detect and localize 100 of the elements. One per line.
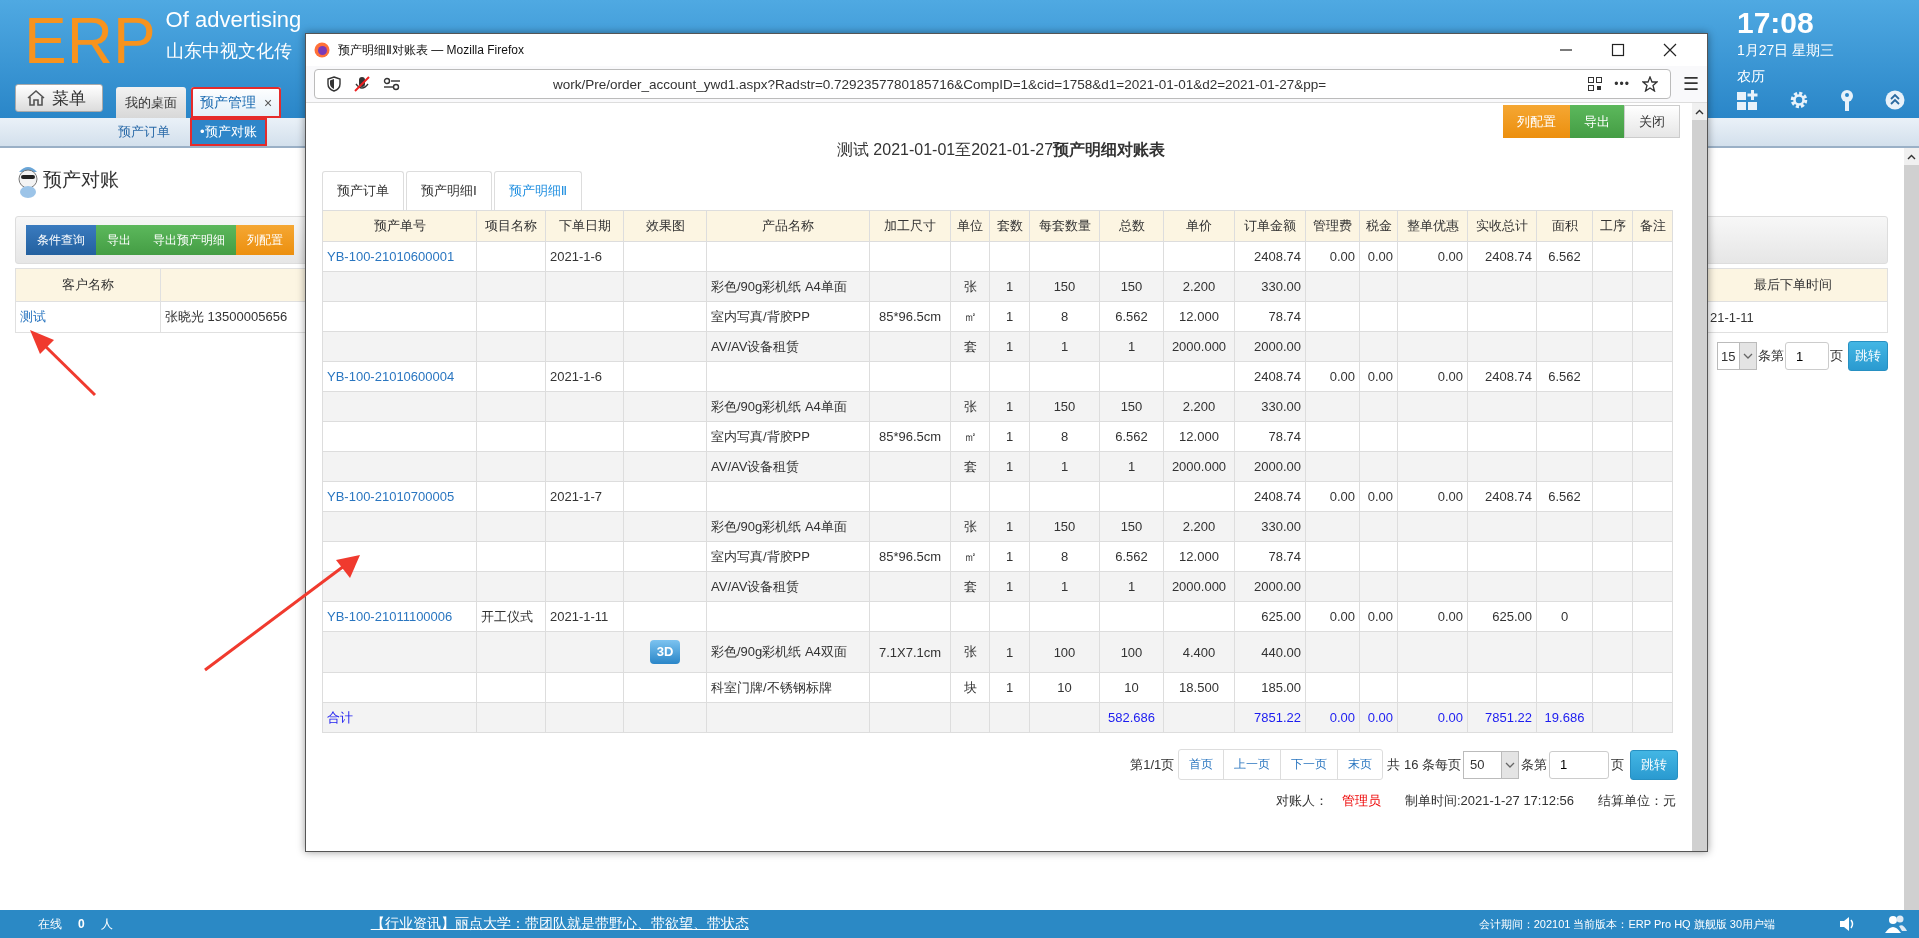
table-cell: 100 — [1029, 631, 1100, 673]
scroll-up-icon[interactable] — [1907, 153, 1916, 160]
table-cell: 150 — [1099, 271, 1164, 302]
scrollbar[interactable] — [1904, 148, 1919, 910]
go-button[interactable]: 跳转 — [1848, 341, 1888, 371]
table-cell: 2408.74 — [1467, 361, 1537, 392]
toolbar-button[interactable]: 条件查询 — [26, 225, 96, 255]
more-actions-button[interactable]: ••• — [1614, 77, 1630, 91]
table-cell: 0.00 — [1359, 361, 1398, 392]
pagination-link[interactable]: 下一页 — [1280, 750, 1338, 779]
table-cell: 12.000 — [1163, 541, 1235, 572]
effect-image-thumbnail[interactable]: 3D — [650, 640, 680, 664]
column-header: 面积 — [1536, 210, 1593, 242]
page-info: 第1/1页 — [1130, 755, 1175, 774]
action-button[interactable]: 导出 — [1570, 105, 1624, 138]
currency-unit: 结算单位：元 — [1598, 792, 1676, 810]
table-cell: 7851.22 — [1234, 702, 1306, 733]
column-header: 订单金额 — [1234, 210, 1306, 242]
settings-icon[interactable] — [1789, 90, 1809, 110]
pager-label: 页 — [1611, 755, 1624, 774]
table-cell: 0.00 — [1305, 241, 1360, 272]
page-input[interactable]: 1 — [1549, 750, 1609, 779]
close-tab-button[interactable]: × — [264, 94, 273, 111]
page-size-select[interactable]: 15 — [1717, 342, 1757, 370]
table-cell: 8 — [1029, 421, 1100, 452]
table-cell: 100 — [1099, 631, 1164, 673]
table-cell: 2408.74 — [1467, 481, 1537, 512]
table-cell: 1 — [1029, 451, 1100, 482]
table-cell: 2408.74 — [1467, 241, 1537, 272]
erp-logo: ERP — [24, 9, 156, 73]
table-cell: 2000.00 — [1234, 331, 1306, 362]
table-cell: 1 — [989, 301, 1030, 332]
add-widget-icon[interactable] — [1737, 90, 1759, 110]
menu-button[interactable]: 菜单 — [15, 84, 103, 112]
column-header: 工序 — [1592, 210, 1633, 242]
table-cell: 2000.000 — [1163, 451, 1235, 482]
sub-nav-item[interactable]: •预产对账 — [192, 120, 265, 144]
pagination-link[interactable]: 首页 — [1179, 750, 1224, 779]
table-cell: 85*96.5cm — [869, 301, 951, 332]
annotation-arrow — [30, 330, 97, 397]
action-button[interactable]: 关闭 — [1624, 105, 1680, 138]
table-cell: 6.562 — [1099, 421, 1164, 452]
collapse-icon[interactable] — [1885, 90, 1905, 110]
table-cell: 440.00 — [1234, 631, 1306, 673]
go-button[interactable]: 跳转 — [1630, 749, 1678, 780]
table-cell: 2000.00 — [1234, 451, 1306, 482]
caret-icon — [1505, 761, 1515, 768]
pagination-link[interactable]: 末页 — [1337, 750, 1383, 779]
news-link[interactable]: 【行业资讯】丽点大学：带团队就是带野心、带欲望、带状态 — [370, 915, 749, 933]
scroll-up-icon[interactable] — [1695, 108, 1704, 115]
table-cell: 彩色/90g彩机纸 A4单面 — [706, 271, 870, 302]
customer-link[interactable]: 测试 — [20, 309, 46, 324]
shield-icon[interactable] — [327, 76, 341, 92]
tab[interactable]: 我的桌面 — [116, 87, 186, 118]
table-cell: 150 — [1029, 271, 1100, 302]
menu-button[interactable]: ☰ — [1682, 73, 1699, 95]
online-label: 在线 — [38, 915, 62, 933]
table-cell: 150 — [1099, 511, 1164, 542]
blocked-microphone-icon[interactable] — [353, 75, 371, 93]
pagination-link[interactable]: 上一页 — [1223, 750, 1281, 779]
permissions-icon[interactable] — [383, 77, 401, 91]
scrollbar[interactable] — [1692, 103, 1707, 851]
star-icon[interactable] — [1641, 76, 1658, 92]
column-header: 实收总计 — [1467, 210, 1537, 242]
users-icon[interactable] — [1885, 915, 1907, 933]
table-cell: 8 — [1029, 541, 1100, 572]
table-cell: 78.74 — [1234, 541, 1306, 572]
sub-nav-item[interactable]: 预产订单 — [110, 120, 178, 144]
maximize-button[interactable] — [1611, 43, 1625, 57]
table-cell: 0.00 — [1397, 601, 1468, 632]
table-cell: 2.200 — [1163, 511, 1235, 542]
table-cell: 85*96.5cm — [869, 541, 951, 572]
table-cell: 2000.000 — [1163, 571, 1235, 602]
page-size-select[interactable]: 50 — [1463, 750, 1519, 779]
address-bar[interactable]: work/Pre/order_account_ywd1.aspx?Radstr=0.7292357780185716&CompID=1&cid=1758&d1=2021-01-01&d2=2021-01-27&pp= ••• — [314, 69, 1671, 99]
url-text: work/Pre/order_account_ywd1.aspx?Radstr=0.7292357780185716&CompID=1&cid=1758&d1=2021-01-01&d2=2021-01-27&pp= — [553, 76, 1328, 92]
table-cell: 0.00 — [1359, 601, 1398, 632]
toolbar-button[interactable]: 导出预产明细 — [142, 225, 236, 255]
toolbar-button[interactable]: 导出 — [96, 225, 142, 255]
qr-code-icon[interactable] — [1588, 77, 1603, 91]
table-cell: 625.00 — [1467, 601, 1537, 632]
close-button[interactable] — [1663, 43, 1677, 57]
key-icon[interactable] — [1839, 89, 1855, 111]
table-cell: 2021-1-7 — [545, 481, 624, 512]
table-cell: 6.562 — [1536, 481, 1593, 512]
table-cell: 彩色/90g彩机纸 A4双面 — [706, 631, 870, 673]
table-cell: 150 — [1099, 391, 1164, 422]
column-header: 下单日期 — [545, 210, 624, 242]
table-cell: 330.00 — [1234, 391, 1306, 422]
table-cell: 2000.000 — [1163, 331, 1235, 362]
page-input[interactable]: 1 — [1785, 342, 1829, 370]
table-cell: 10 — [1099, 672, 1164, 703]
tab[interactable]: 预产管理 × — [191, 87, 282, 118]
column-header: 税金 — [1359, 210, 1398, 242]
app-subtitle: Of advertising — [165, 7, 302, 33]
table-cell: 张 — [950, 631, 990, 673]
table-cell: 4.400 — [1163, 631, 1235, 673]
table-cell: 330.00 — [1234, 271, 1306, 302]
table-cell: 1 — [989, 672, 1030, 703]
table-cell: 合计 — [322, 702, 477, 733]
